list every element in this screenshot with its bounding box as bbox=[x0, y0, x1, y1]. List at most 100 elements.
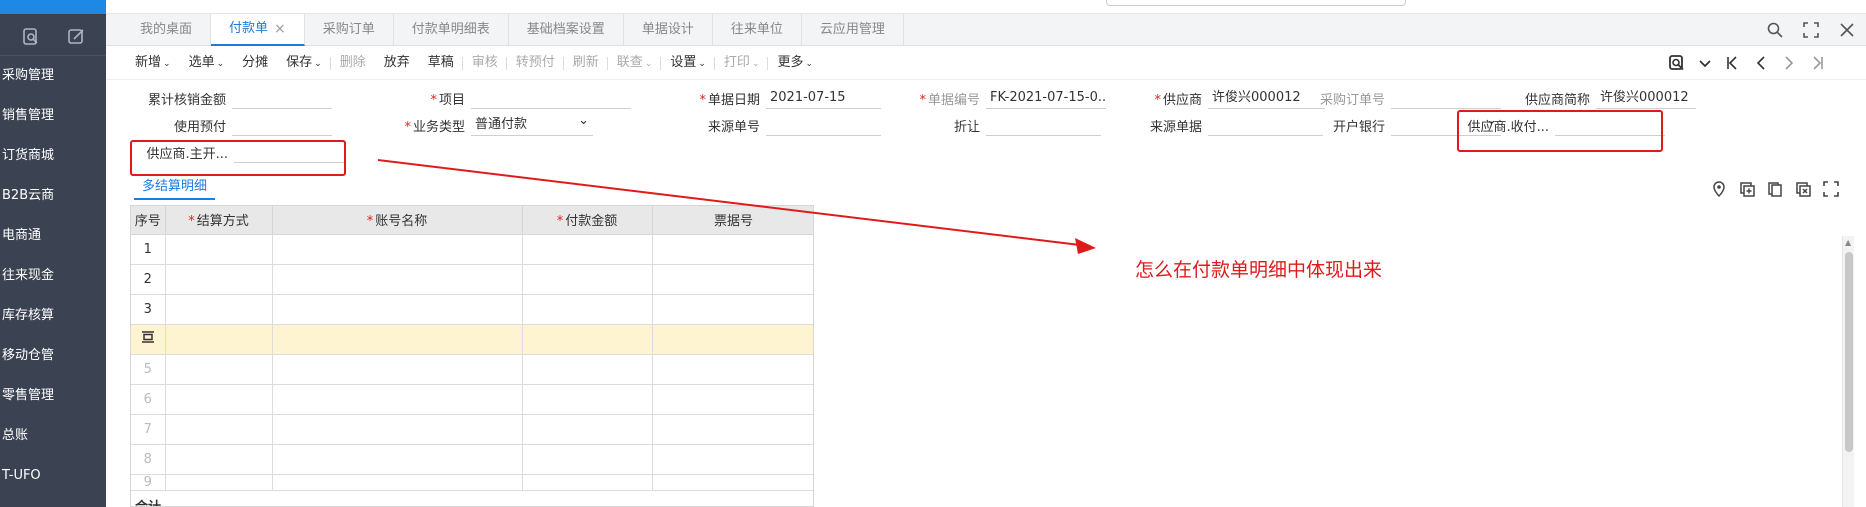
grid-cell[interactable] bbox=[652, 474, 813, 491]
grid-cell[interactable] bbox=[165, 384, 273, 415]
delete-row-icon[interactable] bbox=[1794, 180, 1812, 198]
grid-cell[interactable] bbox=[522, 414, 653, 445]
toolbar-button-2[interactable]: 分摊 bbox=[233, 46, 277, 80]
grid-column-header-1[interactable]: * 结算方式 bbox=[165, 206, 273, 235]
grid-cell[interactable] bbox=[272, 474, 523, 491]
grid-cell[interactable] bbox=[272, 444, 523, 475]
sidebar-item-8[interactable]: 零售管理 bbox=[0, 376, 106, 416]
grid-cell[interactable] bbox=[165, 444, 273, 475]
sidebar-item-6[interactable]: 库存核算 bbox=[0, 296, 106, 336]
grid-cell[interactable] bbox=[165, 414, 273, 445]
toolbar-button-6[interactable]: 草稿 bbox=[419, 46, 463, 80]
grid-cell[interactable] bbox=[652, 444, 813, 475]
grid-cell[interactable] bbox=[165, 324, 273, 355]
sidebar-item-4[interactable]: 电商通 bbox=[0, 216, 106, 256]
grid-cell[interactable] bbox=[652, 384, 813, 415]
grid-cell[interactable] bbox=[652, 324, 813, 355]
grid-cell[interactable] bbox=[522, 294, 653, 325]
global-search-box[interactable] bbox=[1106, 0, 1406, 6]
grid-cell[interactable] bbox=[165, 354, 273, 385]
sidebar-item-0[interactable]: 采购管理 bbox=[0, 56, 106, 96]
toolbar-button-label: 新增 bbox=[135, 55, 162, 70]
tab-multi-settlement[interactable]: 多结算明细 bbox=[134, 174, 216, 200]
grid-cell[interactable] bbox=[522, 384, 653, 415]
grid-cell[interactable] bbox=[652, 414, 813, 445]
grid-cell[interactable] bbox=[522, 234, 653, 265]
toolbar-button-9: 刷新 bbox=[564, 46, 608, 80]
toolbar-button-13[interactable]: 更多 ⌄ bbox=[768, 46, 822, 80]
tab-0[interactable]: 我的桌面 bbox=[122, 14, 212, 46]
form-field-input[interactable] bbox=[232, 114, 332, 136]
last-record-icon[interactable] bbox=[1808, 54, 1826, 72]
form-field-input[interactable]: 许俊兴000012 bbox=[1596, 87, 1696, 109]
tab-7[interactable]: 云应用管理 bbox=[802, 14, 904, 46]
sidebar-item-5[interactable]: 往来现金 bbox=[0, 256, 106, 296]
toolbar-button-5[interactable]: 放弃 bbox=[375, 46, 419, 80]
expand-grid-icon[interactable] bbox=[1822, 180, 1840, 198]
insert-row-icon[interactable] bbox=[141, 330, 155, 344]
grid-cell[interactable] bbox=[652, 294, 813, 325]
grid-cell[interactable] bbox=[272, 234, 523, 265]
form-field-input[interactable] bbox=[232, 87, 332, 109]
toolbar-button-0[interactable]: 新增 ⌄ bbox=[126, 46, 180, 80]
sidebar-item-9[interactable]: 总账 bbox=[0, 416, 106, 456]
prev-record-icon[interactable] bbox=[1752, 54, 1770, 72]
grid-cell[interactable] bbox=[652, 234, 813, 265]
grid-cell[interactable] bbox=[522, 444, 653, 475]
preview-icon[interactable] bbox=[1668, 54, 1686, 72]
grid-cell[interactable] bbox=[652, 264, 813, 295]
tab-5[interactable]: 单据设计 bbox=[624, 14, 713, 46]
form-field-input[interactable]: 普通付款 bbox=[471, 114, 593, 136]
required-mark: * bbox=[188, 214, 195, 230]
search-icon[interactable] bbox=[1766, 21, 1784, 39]
sidebar-item-7[interactable]: 移动仓管 bbox=[0, 336, 106, 376]
sidebar-item-1[interactable]: 销售管理 bbox=[0, 96, 106, 136]
grid-cell[interactable] bbox=[272, 294, 523, 325]
grid-cell[interactable] bbox=[272, 324, 523, 355]
sidebar-item-3[interactable]: B2B云商 bbox=[0, 176, 106, 216]
grid-cell[interactable] bbox=[272, 414, 523, 445]
grid-cell[interactable] bbox=[522, 474, 653, 491]
add-row-icon[interactable] bbox=[1738, 180, 1756, 198]
form-field-input[interactable] bbox=[471, 87, 631, 109]
grid-cell[interactable] bbox=[272, 264, 523, 295]
grid-cell[interactable] bbox=[165, 234, 273, 265]
grid-cell[interactable] bbox=[272, 384, 523, 415]
grid-cell[interactable] bbox=[165, 264, 273, 295]
fullscreen-icon[interactable] bbox=[1802, 21, 1820, 39]
grid-cell[interactable] bbox=[272, 354, 523, 385]
tab-2[interactable]: 采购订单 bbox=[305, 14, 394, 46]
copy-row-icon[interactable] bbox=[1766, 180, 1784, 198]
vertical-scrollbar[interactable]: ▲ bbox=[1842, 236, 1854, 507]
grid-cell[interactable] bbox=[522, 324, 653, 355]
grid-cell[interactable] bbox=[165, 474, 273, 491]
close-window-icon[interactable] bbox=[1838, 21, 1856, 39]
edit-doc-icon[interactable] bbox=[66, 27, 86, 47]
tab-6[interactable]: 往来单位 bbox=[713, 14, 802, 46]
search-doc-icon[interactable] bbox=[21, 27, 41, 47]
grid-cell[interactable] bbox=[522, 264, 653, 295]
scrollbar-thumb[interactable] bbox=[1845, 252, 1853, 452]
close-icon[interactable]: × bbox=[274, 13, 286, 45]
tab-1[interactable]: 付款单 × bbox=[211, 14, 305, 46]
grid-cell[interactable] bbox=[652, 354, 813, 385]
grid-column-header-4[interactable]: 票据号 bbox=[652, 206, 813, 235]
toolbar-button-11[interactable]: 设置 ⌄ bbox=[661, 46, 715, 80]
grid-column-header-3[interactable]: * 付款金额 bbox=[522, 206, 653, 235]
sidebar-item-2[interactable]: 订货商城 bbox=[0, 136, 106, 176]
first-record-icon[interactable] bbox=[1724, 54, 1742, 72]
locate-icon[interactable] bbox=[1710, 180, 1728, 198]
grid-column-header-0[interactable]: 序号 bbox=[131, 206, 166, 235]
chevron-down-icon[interactable] bbox=[1696, 54, 1714, 72]
tab-4[interactable]: 基础档案设置 bbox=[509, 14, 624, 46]
tab-3[interactable]: 付款单明细表 bbox=[394, 14, 509, 46]
sidebar-item-10[interactable]: T-UFO bbox=[0, 456, 106, 496]
scroll-up-icon[interactable]: ▲ bbox=[1845, 238, 1851, 247]
grid-cell[interactable] bbox=[522, 354, 653, 385]
grid-cell[interactable] bbox=[165, 294, 273, 325]
toolbar-button-3[interactable]: 保存 ⌄ bbox=[277, 46, 331, 80]
sidebar-menu: 采购管理 销售管理 订货商城 B2B云商 电商通 往来现金 库存核算 移动仓管 零售管理 总账 T-… bbox=[0, 56, 106, 496]
toolbar-button-1[interactable]: 选单 ⌄ bbox=[180, 46, 234, 80]
grid-column-header-2[interactable]: * 账号名称 bbox=[272, 206, 523, 235]
next-record-icon[interactable] bbox=[1780, 54, 1798, 72]
